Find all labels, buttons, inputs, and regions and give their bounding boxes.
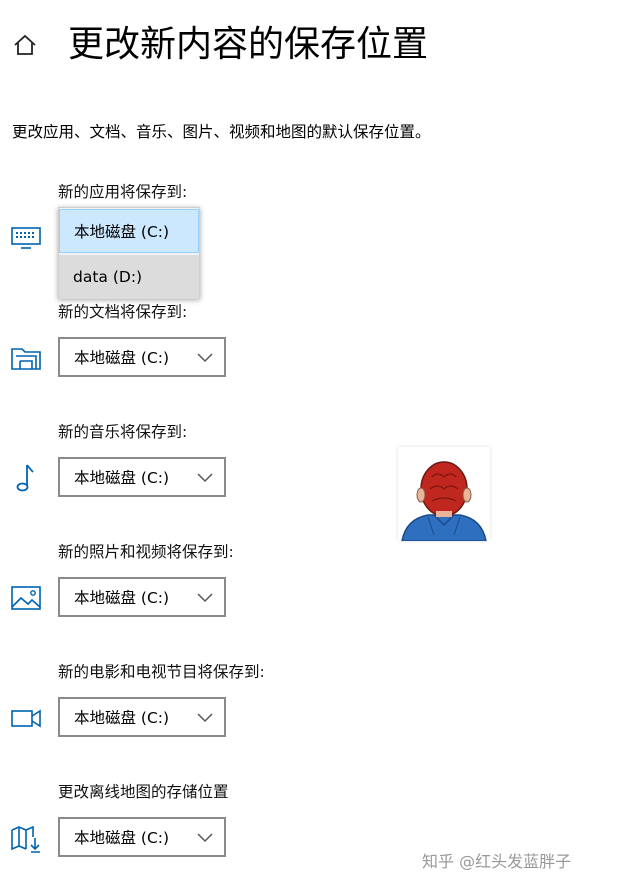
page-description: 更改应用、文档、音乐、图片、视频和地图的默认保存位置。 bbox=[12, 123, 431, 141]
offline-maps-location-dropdown[interactable]: 本地磁盘 (C:) bbox=[58, 817, 226, 857]
movies-tv-save-label: 新的电影和电视节目将保存到: bbox=[58, 663, 265, 681]
photos-location-dropdown[interactable]: 本地磁盘 (C:) bbox=[58, 577, 226, 617]
offline-maps-label: 更改离线地图的存储位置 bbox=[58, 783, 229, 801]
dropdown-value: 本地磁盘 (C:) bbox=[74, 829, 170, 847]
dropdown-value: 本地磁盘 (C:) bbox=[74, 349, 170, 367]
music-note-icon bbox=[9, 461, 43, 495]
map-download-icon bbox=[9, 821, 43, 855]
documents-save-label: 新的文档将保存到: bbox=[58, 303, 188, 321]
chevron-down-icon bbox=[197, 473, 213, 483]
avatar bbox=[398, 447, 490, 542]
music-location-dropdown[interactable]: 本地磁盘 (C:) bbox=[58, 457, 226, 497]
music-save-label: 新的音乐将保存到: bbox=[58, 423, 188, 441]
apps-location-dropdown-popup: 本地磁盘 (C:) data (D:) bbox=[58, 207, 200, 299]
dropdown-value: 本地磁盘 (C:) bbox=[74, 589, 170, 607]
video-camera-icon bbox=[9, 701, 43, 735]
movies-location-dropdown[interactable]: 本地磁盘 (C:) bbox=[58, 697, 226, 737]
option-label: 本地磁盘 (C:) bbox=[74, 223, 170, 241]
option-label: data (D:) bbox=[73, 268, 143, 286]
folder-icon bbox=[9, 341, 43, 375]
apps-save-label: 新的应用将保存到: bbox=[58, 183, 188, 201]
chevron-down-icon bbox=[197, 713, 213, 723]
chevron-down-icon bbox=[197, 833, 213, 843]
chevron-down-icon bbox=[197, 593, 213, 603]
photos-videos-save-label: 新的照片和视频将保存到: bbox=[58, 543, 234, 561]
picture-icon bbox=[9, 581, 43, 615]
dropdown-value: 本地磁盘 (C:) bbox=[74, 469, 170, 487]
dropdown-option-local-disk-c[interactable]: 本地磁盘 (C:) bbox=[59, 209, 199, 253]
watermark: 知乎 @红头发蓝胖子 bbox=[422, 852, 572, 871]
chevron-down-icon bbox=[197, 353, 213, 363]
page-title: 更改新内容的保存位置 bbox=[68, 24, 429, 65]
home-icon[interactable] bbox=[12, 32, 38, 58]
documents-location-dropdown[interactable]: 本地磁盘 (C:) bbox=[58, 337, 226, 377]
monitor-icon bbox=[9, 221, 43, 255]
dropdown-option-data-d[interactable]: data (D:) bbox=[59, 255, 199, 299]
dropdown-value: 本地磁盘 (C:) bbox=[74, 709, 170, 727]
